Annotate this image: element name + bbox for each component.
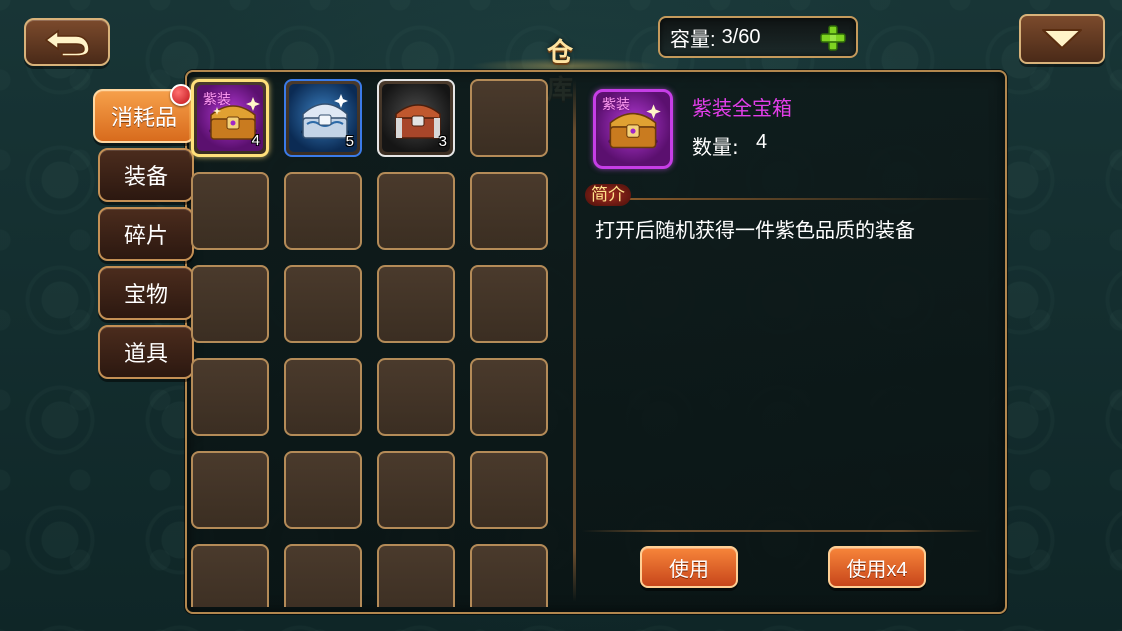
empty-slot[interactable]	[470, 358, 548, 436]
capacity-value: 3/60	[721, 25, 761, 48]
empty-slot[interactable]	[470, 172, 548, 250]
intro-label: 简介	[585, 184, 631, 206]
empty-slot[interactable]	[377, 544, 455, 607]
empty-slot[interactable]	[191, 358, 269, 436]
empty-slot[interactable]	[377, 451, 455, 529]
tab-equipment[interactable]: 装备	[98, 148, 194, 202]
tab-treasures[interactable]: 宝物	[98, 266, 194, 320]
empty-slot[interactable]	[284, 265, 362, 343]
action-divider	[582, 530, 982, 532]
dropdown-arrow-icon	[1042, 29, 1082, 49]
empty-slot[interactable]	[284, 172, 362, 250]
empty-slot[interactable]	[191, 172, 269, 250]
empty-slot[interactable]	[377, 172, 455, 250]
empty-slot[interactable]	[284, 451, 362, 529]
item-quantity: 4	[251, 132, 260, 149]
gray-item-background: 3	[382, 84, 450, 152]
use-all-button[interactable]: 使用x4	[828, 546, 926, 588]
empty-slot[interactable]	[284, 358, 362, 436]
dropdown-button[interactable]	[1019, 14, 1105, 64]
item-quantity: 3	[438, 133, 447, 150]
plus-icon[interactable]	[818, 23, 848, 53]
detail-item-name: 紫装全宝箱	[692, 96, 792, 120]
empty-slot[interactable]	[191, 544, 269, 607]
empty-slot[interactable]	[191, 265, 269, 343]
detail-quality-tag: 紫装	[602, 97, 630, 113]
detail-quantity-value: 4	[756, 131, 768, 153]
intro-underline	[623, 198, 993, 200]
inventory-slot[interactable]: 紫装 4	[191, 79, 269, 157]
inventory-grid: 紫装 4 5 3	[189, 77, 569, 607]
capacity-label: 容量:	[670, 28, 716, 51]
detail-item-icon: 紫装	[593, 89, 673, 169]
back-arrow-icon	[44, 29, 90, 57]
tab-fragments[interactable]: 碎片	[98, 207, 194, 261]
empty-slot[interactable]	[377, 358, 455, 436]
empty-slot[interactable]	[470, 265, 548, 343]
tab-props[interactable]: 道具	[98, 325, 194, 379]
empty-slot[interactable]	[470, 451, 548, 529]
empty-slot[interactable]	[284, 544, 362, 607]
empty-slot[interactable]	[191, 451, 269, 529]
empty-slot[interactable]	[470, 79, 548, 157]
item-quality-tag: 紫装	[203, 92, 231, 108]
back-button[interactable]	[24, 18, 110, 66]
purple-item-background: 紫装 4	[197, 85, 263, 151]
item-quantity: 5	[345, 133, 354, 150]
empty-slot[interactable]	[470, 544, 548, 607]
use-button[interactable]: 使用	[640, 546, 738, 588]
inventory-slot[interactable]: 3	[377, 79, 455, 157]
panel-divider	[573, 80, 576, 602]
blue-item-background: 5	[289, 84, 357, 152]
inventory-slot[interactable]: 5	[284, 79, 362, 157]
empty-slot[interactable]	[377, 265, 455, 343]
intro-header: 简介	[583, 184, 993, 208]
detail-quantity-label: 数量:	[692, 135, 739, 159]
item-description: 打开后随机获得一件紫色品质的装备	[595, 218, 915, 242]
capacity-box: 容量: 3/60	[658, 16, 858, 58]
